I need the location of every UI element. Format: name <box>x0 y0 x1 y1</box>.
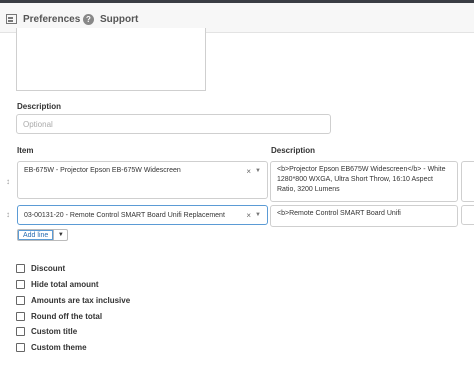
item-select[interactable]: 03-00131-20 - Remote Control SMART Board… <box>17 205 268 225</box>
item-select-value: EB-675W - Projector Epson EB-675W Widesc… <box>24 167 181 174</box>
add-line-dropdown-icon[interactable]: ▼ <box>53 230 67 240</box>
drag-handle-icon[interactable]: ↕ <box>4 211 12 219</box>
clear-icon[interactable]: × <box>246 211 251 220</box>
drag-handle-icon[interactable]: ↕ <box>4 178 12 186</box>
chevron-down-icon[interactable]: ▼ <box>255 212 261 218</box>
option-label: Round off the total <box>31 312 103 321</box>
support-label: Support <box>100 13 139 25</box>
checkbox[interactable] <box>16 327 25 336</box>
option-custom-theme[interactable]: Custom theme <box>16 343 87 352</box>
checkbox[interactable] <box>16 264 25 273</box>
preferences-link[interactable]: Preferences <box>6 11 80 27</box>
option-label: Amounts are tax inclusive <box>31 296 131 305</box>
option-label: Hide total amount <box>31 280 99 289</box>
preferences-label: Preferences <box>23 13 81 25</box>
support-link[interactable]: ? Support <box>83 11 138 27</box>
option-label: Custom title <box>31 327 78 336</box>
option-amounts-tax-inclusive[interactable]: Amounts are tax inclusive <box>16 296 130 305</box>
line-description[interactable]: <b>Remote Control SMART Board Unifi <box>270 205 458 227</box>
quantity-cell[interactable] <box>461 161 474 202</box>
checkbox[interactable] <box>16 312 25 321</box>
option-round-off-total[interactable]: Round off the total <box>16 312 102 321</box>
description-input[interactable]: Optional <box>16 114 331 134</box>
quantity-cell[interactable] <box>461 205 474 225</box>
chevron-down-icon[interactable]: ▼ <box>255 168 261 174</box>
help-icon: ? <box>83 13 94 25</box>
item-column-header: Item <box>17 146 34 155</box>
option-discount[interactable]: Discount <box>16 264 65 273</box>
clear-icon[interactable]: × <box>246 167 251 176</box>
checkbox[interactable] <box>16 296 25 305</box>
item-select-value: 03-00131-20 - Remote Control SMART Board… <box>24 211 225 219</box>
option-label: Discount <box>31 264 66 273</box>
description-column-header: Description <box>271 146 316 155</box>
preferences-icon <box>6 14 17 24</box>
add-line-button[interactable]: Add line <box>18 230 54 240</box>
option-label: Custom theme <box>31 343 87 352</box>
item-select[interactable]: EB-675W - Projector Epson EB-675W Widesc… <box>17 161 268 199</box>
option-custom-title[interactable]: Custom title <box>16 327 77 336</box>
line-description[interactable]: <b>Projector Epson EB675W Widescreen</b>… <box>270 161 458 202</box>
option-hide-total-amount[interactable]: Hide total amount <box>16 280 99 289</box>
checkbox[interactable] <box>16 280 25 289</box>
checkbox[interactable] <box>16 343 25 352</box>
add-line-group: Add line ▼ <box>17 229 69 241</box>
description-label: Description <box>17 102 62 111</box>
notes-textarea[interactable] <box>16 28 206 91</box>
